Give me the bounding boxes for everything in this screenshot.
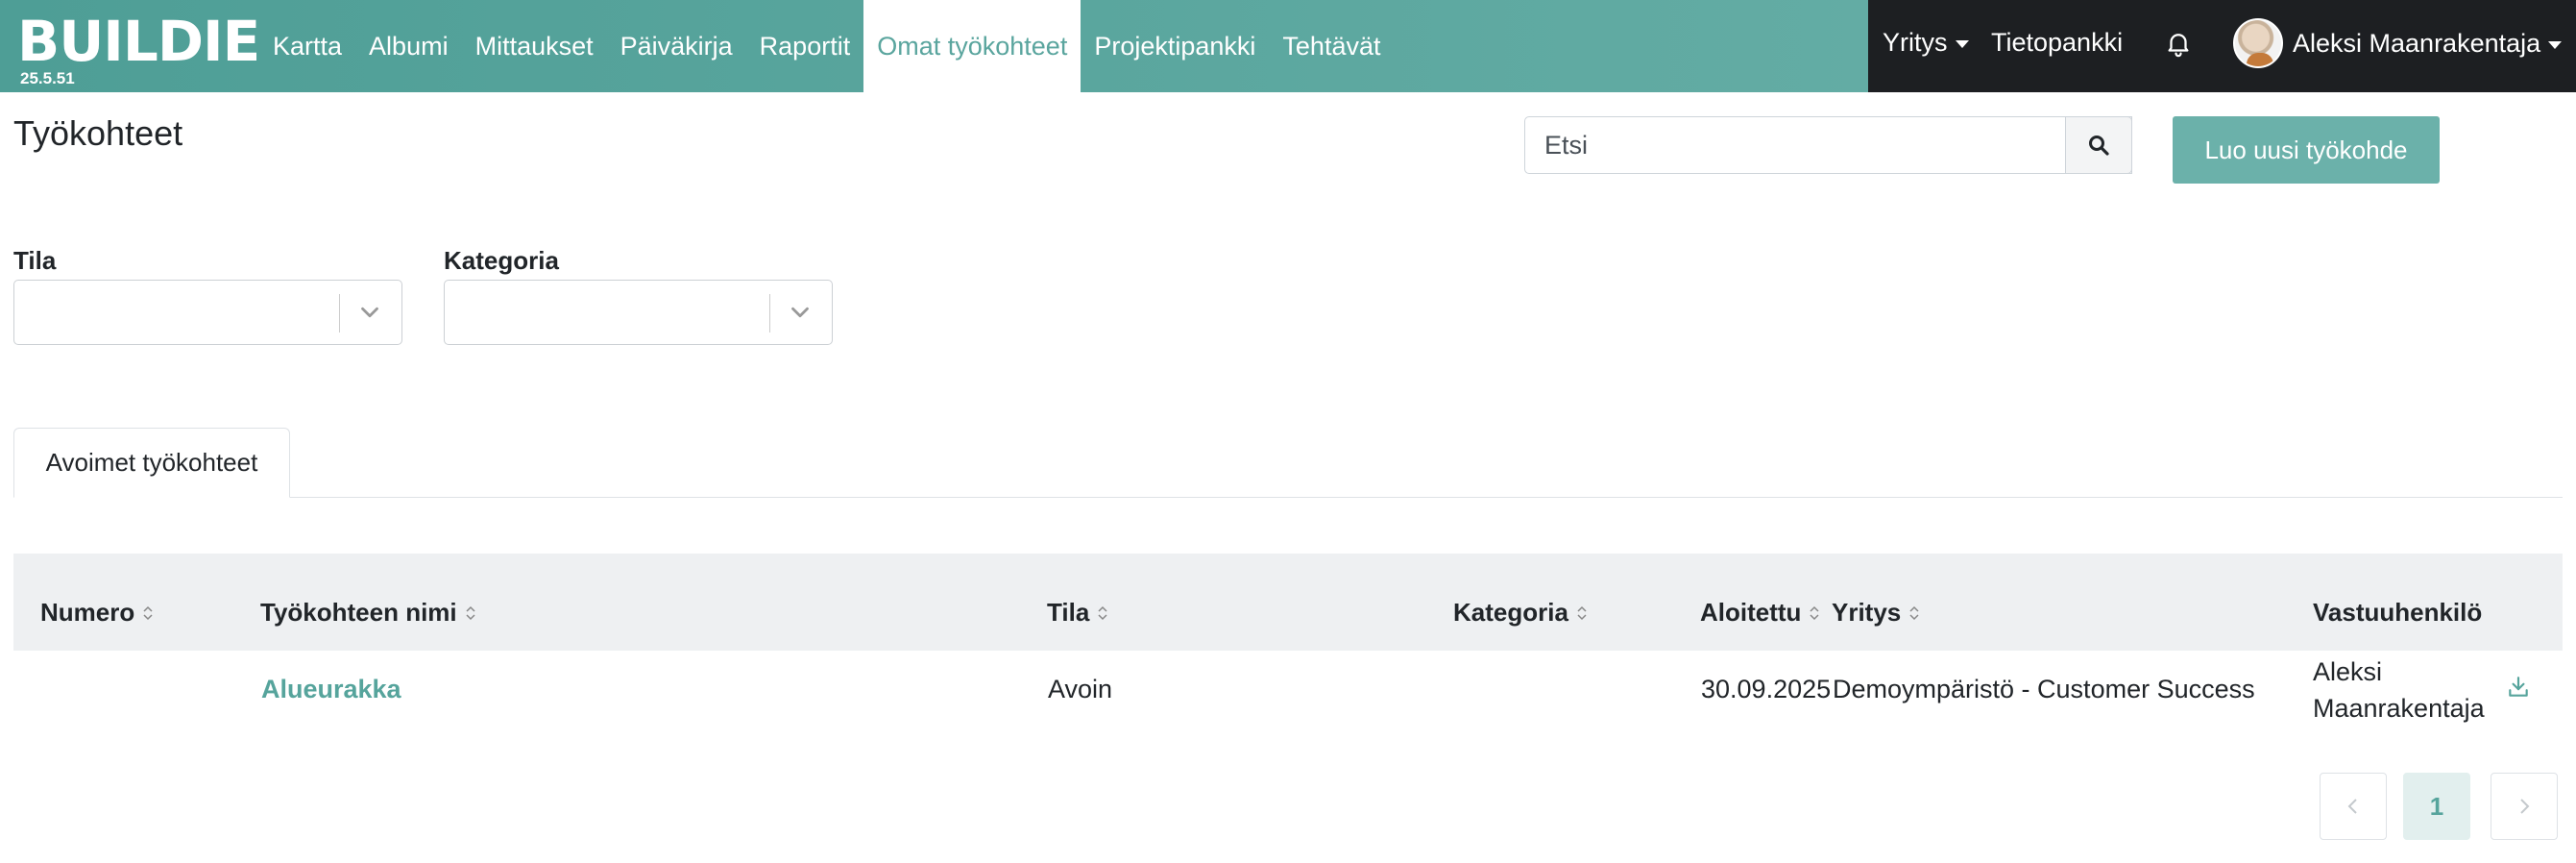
nav-item-albumi[interactable]: Albumi — [355, 0, 462, 92]
sort-icon — [466, 605, 475, 620]
column-header-company[interactable]: Yritys — [1832, 598, 1920, 628]
sort-icon — [1577, 605, 1587, 620]
select-separator — [339, 294, 340, 333]
nav-item-mittaukset[interactable]: Mittaukset — [462, 0, 607, 92]
sort-icon — [143, 605, 153, 620]
nav-item-kartta[interactable]: Kartta — [259, 0, 355, 92]
search-input[interactable] — [1524, 116, 2132, 174]
cell-status: Avoin — [1048, 675, 1113, 703]
caret-down-icon — [1955, 40, 1969, 48]
cell-responsible-person: Aleksi Maanrakentaja — [2313, 657, 2485, 723]
search-button[interactable] — [2065, 116, 2132, 174]
nav-menu: Kartta Albumi Mittaukset Päiväkirja Rapo… — [259, 0, 1394, 92]
company-dropdown-label: Yritys — [1883, 27, 1948, 57]
column-header-responsible-person: Vastuuhenkilö — [2313, 598, 2483, 627]
chevron-left-icon — [2347, 799, 2357, 814]
column-header-number[interactable]: Numero — [40, 598, 154, 628]
column-header-started[interactable]: Aloitettu — [1700, 598, 1820, 628]
nav-item-projektipankki[interactable]: Projektipankki — [1081, 0, 1269, 92]
download-icon[interactable] — [2505, 675, 2532, 700]
column-header-status[interactable]: Tila — [1047, 598, 1108, 628]
pagination-next-button[interactable] — [2491, 773, 2558, 840]
pagination-page-1[interactable]: 1 — [2403, 773, 2470, 840]
category-filter-label: Kategoria — [444, 246, 559, 275]
column-header-category[interactable]: Kategoria — [1453, 598, 1588, 628]
nav-item-omat-tyokohteet[interactable]: Omat työkohteet — [863, 0, 1081, 92]
column-header-name[interactable]: Työkohteen nimi — [260, 598, 476, 628]
company-dropdown[interactable]: Yritys — [1883, 0, 1969, 85]
chevron-right-icon — [2520, 799, 2530, 814]
cell-company: Demoympäristö - Customer Success — [1833, 675, 2255, 703]
logo-text: BUILDIE — [17, 9, 260, 74]
status-filter-label: Tila — [13, 246, 57, 275]
search-icon — [2089, 136, 2109, 156]
status-filter-select[interactable] — [13, 280, 402, 345]
category-filter-select[interactable] — [444, 280, 833, 345]
pagination-previous-button[interactable] — [2320, 773, 2387, 840]
main-navigation: BUILDIE 25.5.51 Kartta Albumi Mittaukset… — [0, 0, 1868, 92]
nav-item-tehtavat[interactable]: Tehtävät — [1269, 0, 1394, 92]
sort-icon — [1098, 605, 1107, 620]
bell-icon[interactable] — [2164, 29, 2193, 58]
sort-icon — [1810, 605, 1819, 620]
caret-down-icon — [2548, 41, 2563, 49]
tab-open-work-sites[interactable]: Avoimet työkohteet — [13, 428, 290, 498]
app-version: 25.5.51 — [20, 69, 75, 87]
nav-item-raportit[interactable]: Raportit — [746, 0, 864, 92]
work-site-link[interactable]: Alueurakka — [261, 675, 401, 704]
page-title: Työkohteet — [13, 113, 183, 153]
buildie-logo[interactable]: BUILDIE 25.5.51 — [17, 12, 260, 88]
select-separator — [769, 294, 770, 333]
user-name: Aleksi Maanrakentaja — [2293, 28, 2541, 58]
sort-icon — [1909, 605, 1919, 620]
tab-divider — [13, 497, 2563, 498]
create-work-site-button[interactable]: Luo uusi työkohde — [2173, 116, 2440, 184]
chevron-down-icon — [361, 307, 378, 318]
knowledge-base-link[interactable]: Tietopankki — [1991, 0, 2123, 85]
user-dropdown[interactable]: Aleksi Maanrakentaja — [2233, 17, 2563, 69]
chevron-down-icon — [791, 307, 809, 318]
user-avatar — [2233, 18, 2283, 68]
nav-item-paivakirja[interactable]: Päiväkirja — [607, 0, 746, 92]
cell-started: 30.09.2025 — [1701, 675, 1832, 703]
